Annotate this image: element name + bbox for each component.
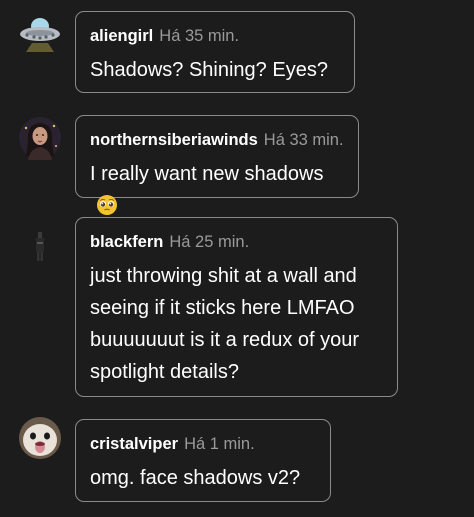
- comment-header: northernsiberiawinds Há 33 min.: [90, 130, 344, 150]
- ufo-icon[interactable]: [18, 12, 62, 56]
- comment-header: blackfern Há 25 min.: [90, 232, 383, 252]
- timestamp: Há 33 min.: [263, 131, 344, 149]
- comment-header: aliengirl Há 35 min.: [90, 26, 340, 46]
- comment-line: just throwing shit at a wall and: [90, 265, 357, 287]
- comment-line: omg. face shadows v2?: [90, 467, 301, 489]
- comment-text: Shadows? Shining? Eyes?: [90, 54, 340, 86]
- username[interactable]: northernsiberiawinds: [90, 131, 258, 149]
- comment-line: I really want new shadows: [90, 163, 324, 185]
- comment-line: seeing if it sticks here LMFAO: [90, 297, 355, 319]
- username[interactable]: aliengirl: [90, 27, 153, 45]
- timestamp: Há 25 min.: [169, 233, 250, 251]
- comment-bubble: blackfern Há 25 min. just throwing shit a…: [75, 217, 398, 397]
- portrait-avatar[interactable]: [18, 116, 62, 160]
- comment-line: buuuuuuut is it a redux of your: [90, 329, 360, 351]
- comment-header: cristalviper Há 1 min.: [90, 434, 316, 454]
- username[interactable]: cristalviper: [90, 435, 178, 453]
- username[interactable]: blackfern: [90, 233, 163, 251]
- comment-text: I really want new shadows: [90, 158, 344, 226]
- comment-bubble: cristalviper Há 1 min. omg. face shadows …: [75, 419, 331, 502]
- timestamp: Há 1 min.: [184, 435, 255, 453]
- comment-bubble: northernsiberiawinds Há 33 min. I really …: [75, 115, 359, 215]
- comment-line: spotlight details?: [90, 361, 239, 383]
- comment-line: Shadows? Shining? Eyes?: [90, 59, 328, 81]
- comment-text: just throwing shit at a wall and seeing …: [90, 260, 383, 388]
- creature-avatar[interactable]: [18, 416, 62, 460]
- comment-text: omg. face shadows v2?: [90, 462, 316, 494]
- comment-bubble: aliengirl Há 35 min. Shadows? Shining? Ey…: [75, 11, 355, 93]
- timestamp: Há 35 min.: [159, 27, 240, 45]
- figure-avatar[interactable]: [18, 224, 62, 268]
